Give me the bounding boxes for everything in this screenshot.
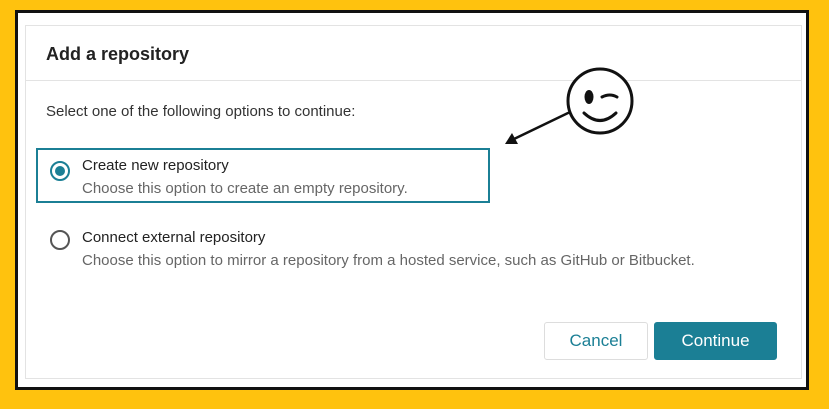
cancel-button[interactable]: Cancel bbox=[544, 322, 648, 360]
dialog-header: Add a repository bbox=[26, 26, 801, 81]
option-create-description: Choose this option to create an empty re… bbox=[82, 180, 408, 197]
radio-connect-external[interactable] bbox=[50, 230, 70, 250]
option-connect-external-repository[interactable]: Connect external repository Choose this … bbox=[36, 216, 776, 294]
option-create-label: Create new repository bbox=[82, 157, 229, 174]
option-connect-description: Choose this option to mirror a repositor… bbox=[82, 252, 695, 269]
dialog-instruction: Select one of the following options to c… bbox=[46, 103, 356, 120]
option-create-new-repository[interactable]: Create new repository Choose this option… bbox=[36, 148, 490, 203]
radio-selected-dot bbox=[55, 166, 65, 176]
option-connect-label: Connect external repository bbox=[82, 229, 266, 246]
radio-create-new-selected[interactable] bbox=[50, 161, 70, 181]
screenshot-frame: Add a repository Select one of the follo… bbox=[15, 10, 809, 390]
dialog-title: Add a repository bbox=[46, 44, 190, 64]
continue-button[interactable]: Continue bbox=[654, 322, 777, 360]
add-repository-dialog: Add a repository Select one of the follo… bbox=[25, 25, 802, 379]
